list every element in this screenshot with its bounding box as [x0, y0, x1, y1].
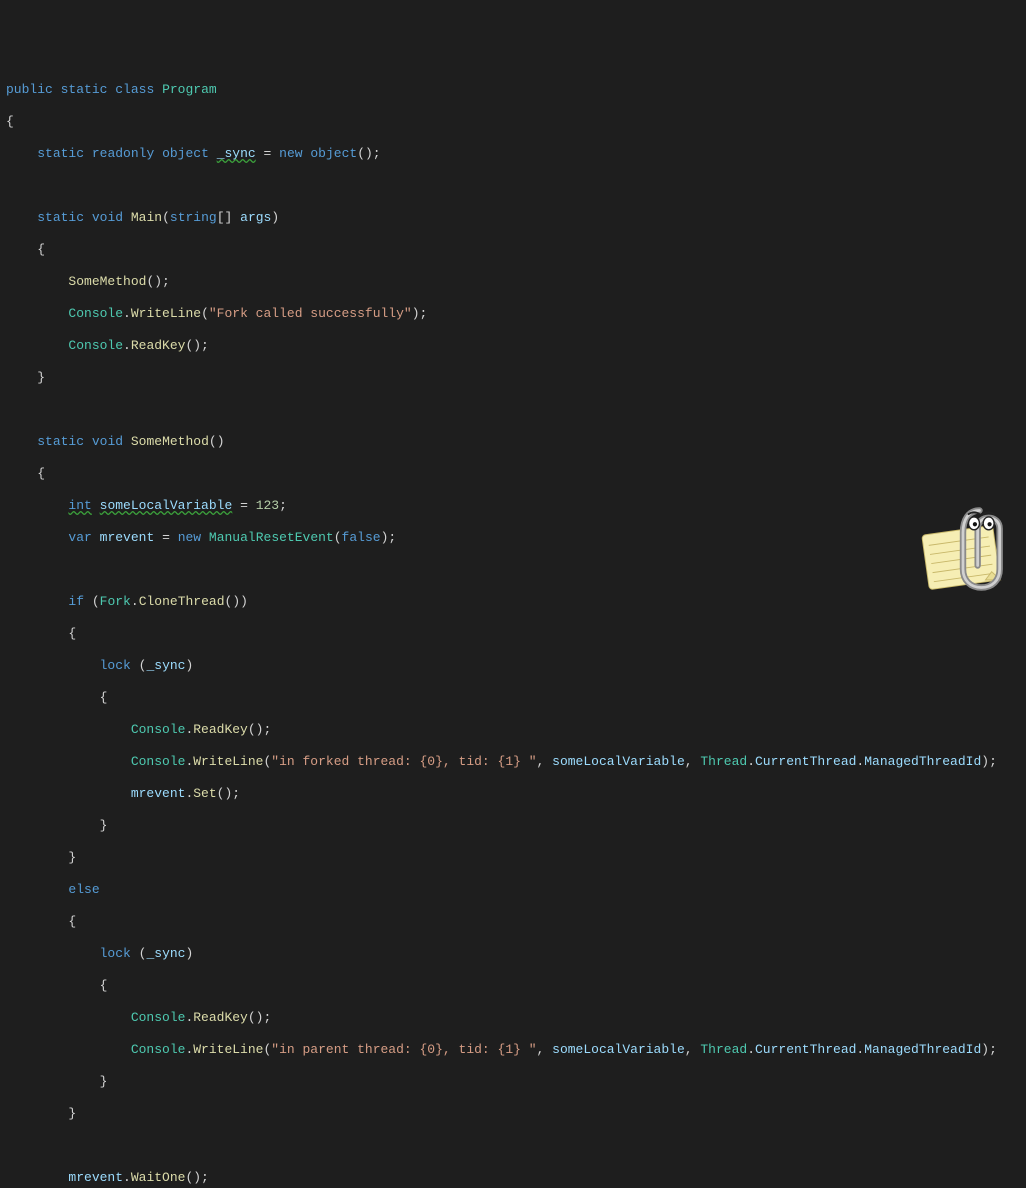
code-line: Console.ReadKey();: [6, 338, 1026, 354]
code-line: SomeMethod();: [6, 274, 1026, 290]
code-line: {: [6, 626, 1026, 642]
code-line: {: [6, 690, 1026, 706]
code-line: Console.WriteLine("Fork called successfu…: [6, 306, 1026, 322]
code-line: Console.ReadKey();: [6, 722, 1026, 738]
code-line: {: [6, 242, 1026, 258]
code-line: Console.WriteLine("in parent thread: {0}…: [6, 1042, 1026, 1058]
clippy-icon[interactable]: [908, 478, 1018, 588]
code-line: lock (_sync): [6, 946, 1026, 962]
code-line: static void SomeMethod(): [6, 434, 1026, 450]
code-line: mrevent.WaitOne();: [6, 1170, 1026, 1186]
code-line: lock (_sync): [6, 658, 1026, 674]
code-line: int someLocalVariable = 123;: [6, 498, 1026, 514]
code-line: [6, 178, 1026, 194]
code-line: static readonly object _sync = new objec…: [6, 146, 1026, 162]
code-line: }: [6, 1106, 1026, 1122]
code-line: else: [6, 882, 1026, 898]
code-line: [6, 402, 1026, 418]
code-line: Console.ReadKey();: [6, 1010, 1026, 1026]
code-line: if (Fork.CloneThread()): [6, 594, 1026, 610]
code-line: [6, 562, 1026, 578]
code-line: var mrevent = new ManualResetEvent(false…: [6, 530, 1026, 546]
code-line: }: [6, 818, 1026, 834]
code-line: static void Main(string[] args): [6, 210, 1026, 226]
code-line: [6, 1138, 1026, 1154]
code-editor[interactable]: public static class Program { static rea…: [6, 66, 1026, 1188]
code-line: {: [6, 978, 1026, 994]
code-line: {: [6, 114, 1026, 130]
code-line: Console.WriteLine("in forked thread: {0}…: [6, 754, 1026, 770]
code-line: }: [6, 1074, 1026, 1090]
code-line: {: [6, 466, 1026, 482]
code-line: {: [6, 914, 1026, 930]
code-line: public static class Program: [6, 82, 1026, 98]
code-line: }: [6, 370, 1026, 386]
code-line: mrevent.Set();: [6, 786, 1026, 802]
code-line: }: [6, 850, 1026, 866]
